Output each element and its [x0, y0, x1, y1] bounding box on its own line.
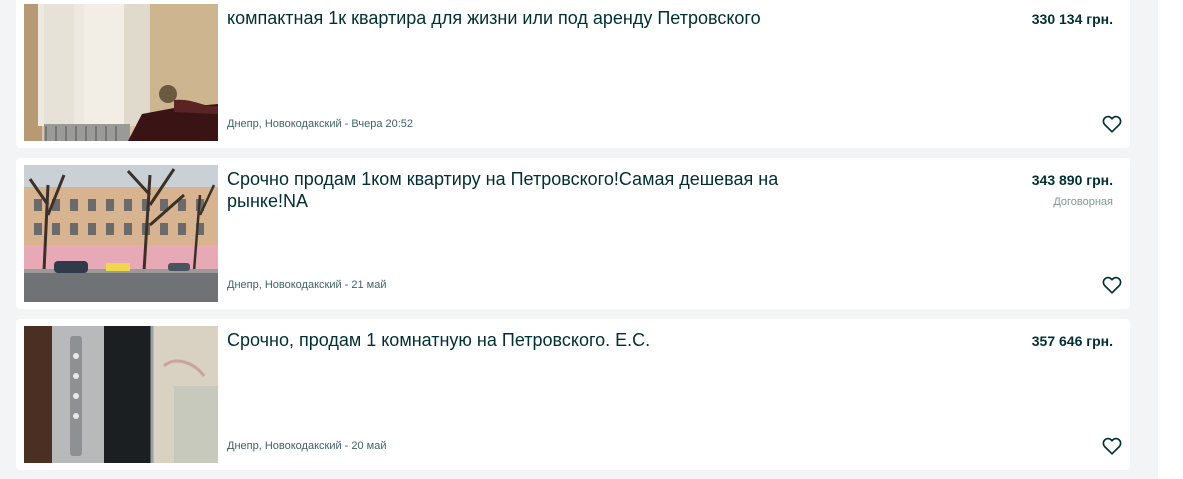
listing-photo[interactable]	[24, 4, 218, 141]
listing-title[interactable]: компактная 1к квартира для жизни или под…	[227, 7, 827, 29]
listing-card[interactable]: компактная 1к квартира для жизни или под…	[16, 0, 1130, 148]
listing-price: 357 646 грн.	[1031, 333, 1113, 349]
listing-price: 343 890 грн.	[1031, 172, 1113, 188]
listing-photo[interactable]	[24, 165, 218, 302]
photo-room-window	[24, 4, 218, 141]
listing-title[interactable]: Срочно, продам 1 комнатную на Петровског…	[227, 329, 827, 351]
heart-outline-icon[interactable]	[1101, 435, 1123, 457]
heart-outline-icon[interactable]	[1101, 274, 1123, 296]
heart-outline-icon[interactable]	[1101, 113, 1123, 135]
listing-price: 330 134 грн.	[1031, 11, 1113, 27]
listing-location-date: Днепр, Новокодакский - 20 май	[227, 440, 387, 452]
listing-card[interactable]: Срочно, продам 1 комнатную на Петровског…	[16, 319, 1130, 470]
listing-card[interactable]: Срочно продам 1ком квартиру на Петровско…	[16, 158, 1130, 309]
listing-location-date: Днепр, Новокодакский - 21 май	[227, 279, 387, 291]
photo-building-street	[24, 165, 218, 302]
photo-shower-cabin	[24, 326, 218, 463]
listing-location-date: Днепр, Новокодакский - Вчера 20:52	[227, 118, 414, 130]
listing-photo[interactable]	[24, 326, 218, 463]
listing-negotiable-label: Договорная	[1053, 196, 1113, 208]
listing-title[interactable]: Срочно продам 1ком квартиру на Петровско…	[227, 168, 827, 212]
page-side-strip	[1158, 0, 1183, 479]
